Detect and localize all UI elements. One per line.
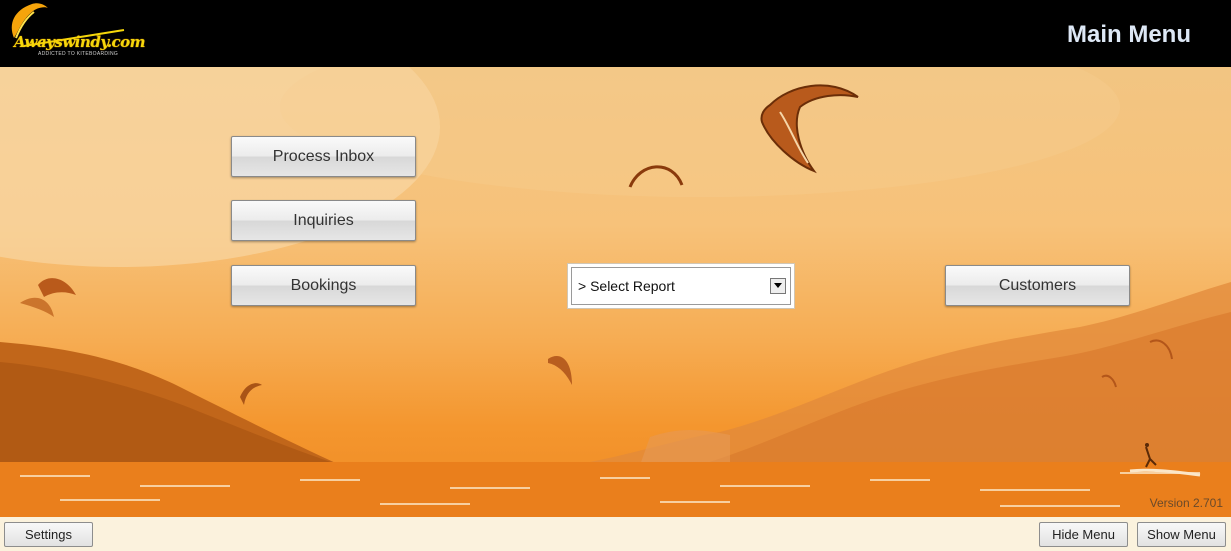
report-select[interactable]: > Select Report: [567, 263, 795, 309]
dropdown-arrow-icon[interactable]: [770, 278, 786, 294]
report-select-box[interactable]: > Select Report: [571, 267, 791, 305]
report-select-value: > Select Report: [578, 278, 675, 294]
page-title: Main Menu: [1067, 21, 1191, 48]
footer-bar: Settings Hide Menu Show Menu: [0, 517, 1231, 551]
brand-logo: Awayswindy.com ADDICTED TO KITEBOARDING: [4, 2, 146, 64]
bookings-button[interactable]: Bookings: [231, 265, 416, 306]
settings-button[interactable]: Settings: [4, 522, 93, 547]
hide-menu-button[interactable]: Hide Menu: [1039, 522, 1128, 547]
inquiries-button[interactable]: Inquiries: [231, 200, 416, 241]
show-menu-button[interactable]: Show Menu: [1137, 522, 1226, 547]
process-inbox-button[interactable]: Process Inbox: [231, 136, 416, 177]
customers-button[interactable]: Customers: [945, 265, 1130, 306]
app-header: Awayswindy.com ADDICTED TO KITEBOARDING …: [0, 0, 1231, 67]
background-scene: Process Inbox Inquiries Bookings Custome…: [0, 67, 1231, 517]
version-label: Version 2.701: [1149, 496, 1223, 510]
logo-wordmark: Awayswindy.com: [14, 33, 146, 51]
logo-tagline: ADDICTED TO KITEBOARDING: [38, 51, 119, 57]
